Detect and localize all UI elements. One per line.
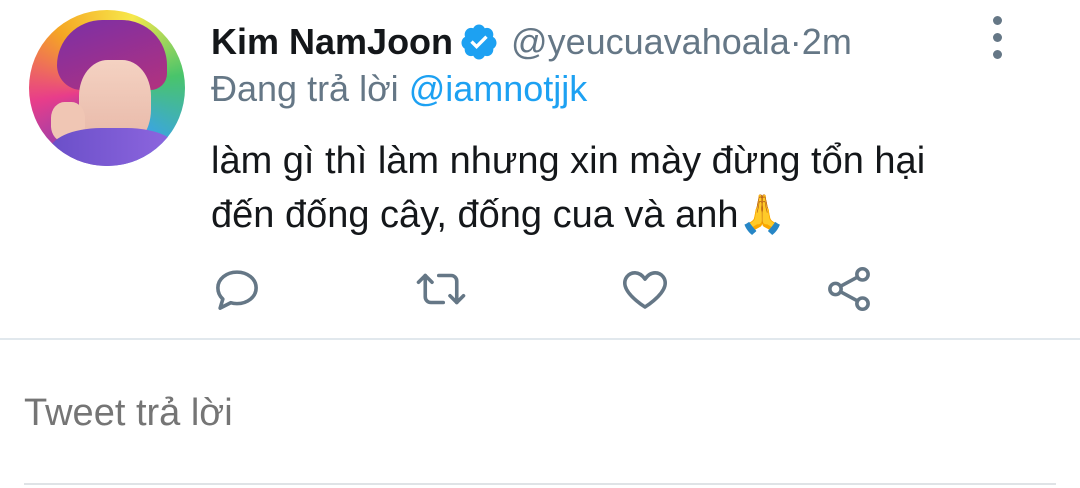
avatar[interactable]	[29, 10, 185, 166]
replying-to-label: Đang trả lời	[211, 68, 409, 109]
like-icon[interactable]	[618, 262, 672, 316]
folded-hands-emoji: 🙏	[738, 194, 786, 236]
more-dot	[993, 50, 1002, 59]
tweet[interactable]: Kim NamJoon @yeucuavahoala · 2m Đang trả…	[0, 0, 1080, 338]
reply-mention-link[interactable]: @iamnotjjk	[409, 68, 588, 109]
author-name[interactable]: Kim NamJoon	[211, 21, 453, 63]
more-options-icon[interactable]	[986, 16, 1010, 60]
tweet-text-line: làm gì thì làm nhưng xin mày đừng tổn hạ…	[211, 140, 926, 182]
tweet-text-line: đến đống cây, đống cua và anh🙏	[211, 188, 1051, 242]
time-separator: ·	[789, 21, 802, 62]
tweet-text-line-content: đến đống cây, đống cua và anh	[211, 194, 739, 236]
tweet-header: Kim NamJoon @yeucuavahoala · 2m	[211, 18, 852, 66]
more-dot	[993, 16, 1002, 25]
reply-icon[interactable]	[210, 262, 264, 316]
tweet-detail-screen: Kim NamJoon @yeucuavahoala · 2m Đang trả…	[0, 0, 1080, 488]
replying-to: Đang trả lời @iamnotjjk	[211, 68, 587, 110]
tweet-time: 2m	[801, 21, 852, 62]
more-dot	[993, 33, 1002, 42]
tweet-text: làm gì thì làm nhưng xin mày đừng tổn hạ…	[211, 134, 1051, 242]
author-handle[interactable]: @yeucuavahoala	[511, 21, 790, 63]
reply-tweet-input[interactable]	[24, 386, 1024, 440]
avatar-shirt	[49, 128, 179, 166]
verified-badge-icon	[459, 22, 499, 62]
input-underline	[24, 483, 1056, 485]
share-icon[interactable]	[822, 262, 876, 316]
retweet-icon[interactable]	[414, 262, 468, 316]
section-divider	[0, 338, 1080, 340]
